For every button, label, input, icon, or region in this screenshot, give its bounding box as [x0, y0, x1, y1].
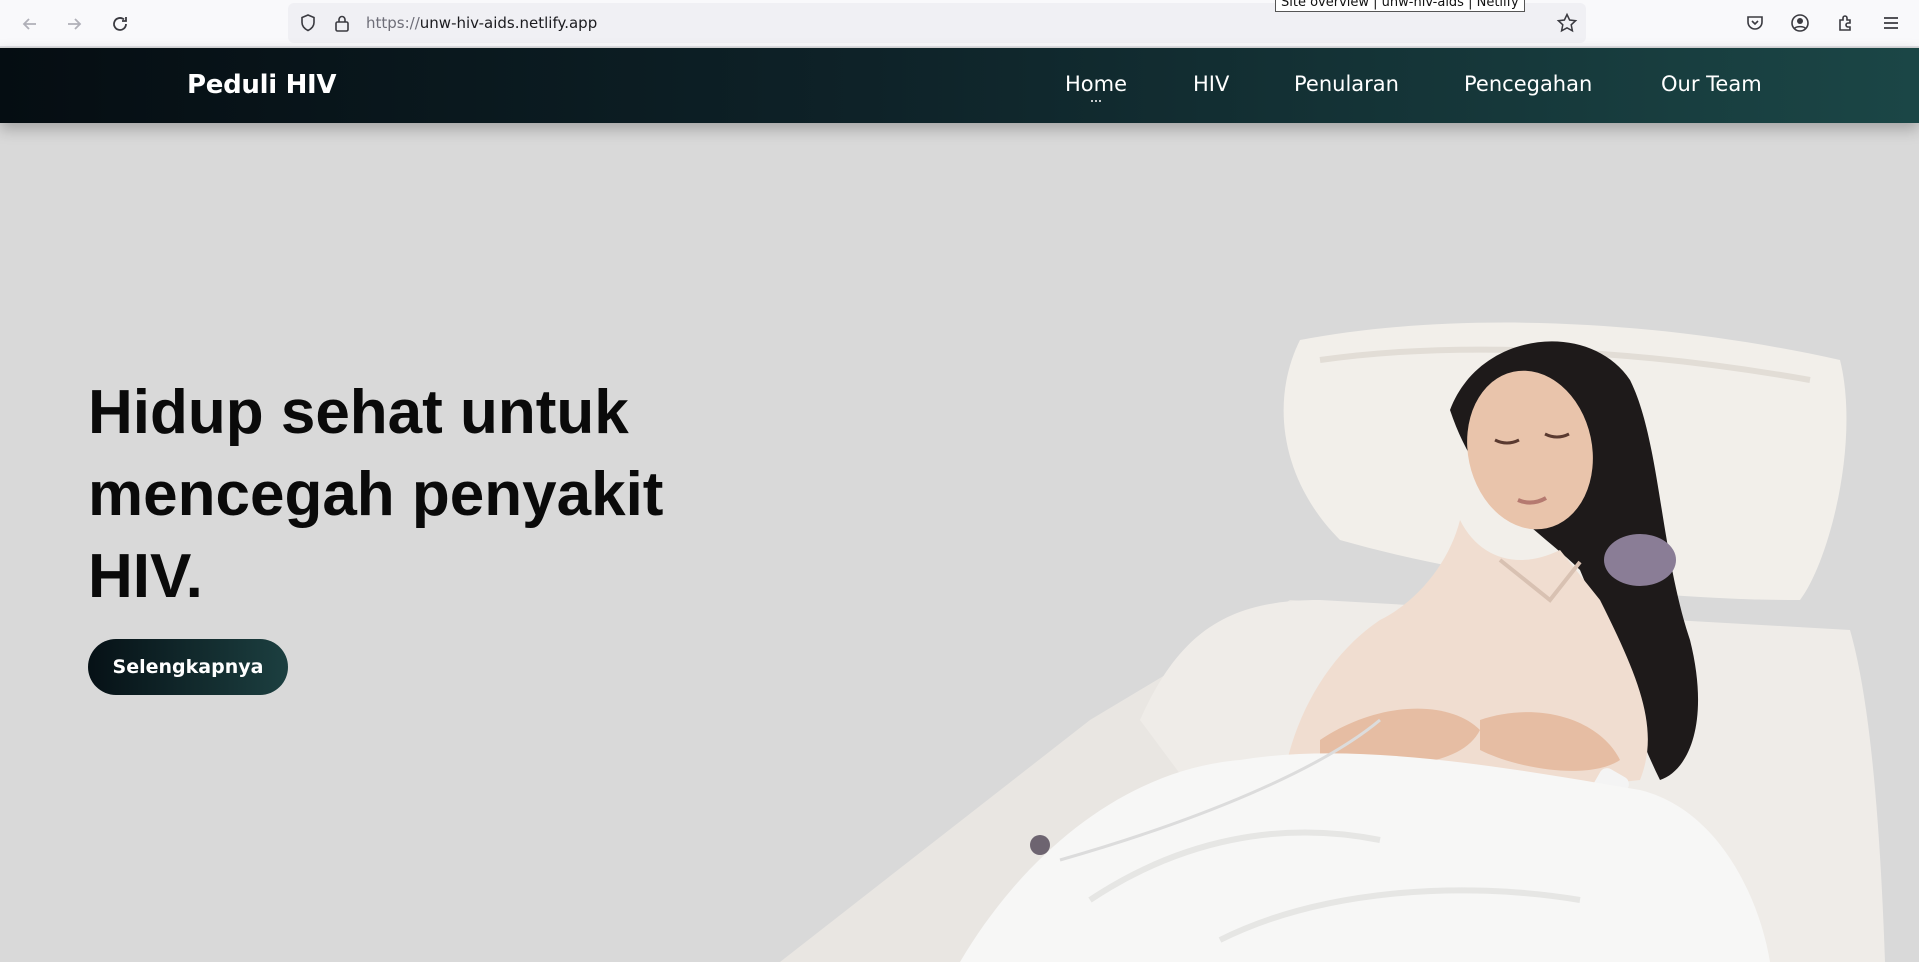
arrow-right-icon: [68, 18, 82, 30]
hamburger-icon: [1884, 17, 1898, 29]
account-button[interactable]: [1788, 11, 1812, 35]
browser-toolbar: https://unw-hiv-aids.netlify.app Site ov…: [0, 0, 1919, 47]
nav-pencegahan[interactable]: Pencegahan: [1464, 72, 1592, 96]
extensions-button[interactable]: [1834, 11, 1858, 35]
reload-button[interactable]: [106, 10, 134, 38]
hero-title: Hidup sehat untuk mencegah penyakit HIV.: [88, 372, 688, 618]
nav-our-team[interactable]: Our Team: [1661, 72, 1762, 96]
url-scheme: https://: [366, 14, 420, 32]
pocket-button[interactable]: [1743, 11, 1767, 35]
nav-hiv[interactable]: HIV: [1193, 72, 1229, 96]
hero-title-line: mencegah penyakit: [88, 460, 664, 529]
shield-icon[interactable]: [298, 13, 318, 33]
selengkapnya-button[interactable]: Selengkapnya: [88, 639, 288, 695]
bookmark-star-icon[interactable]: [1556, 12, 1578, 34]
nav-penularan[interactable]: Penularan: [1294, 72, 1399, 96]
brand-logo[interactable]: Peduli HIV: [187, 70, 337, 100]
scrunchie-shape: [1604, 534, 1676, 586]
nav-home[interactable]: Home: [1065, 72, 1127, 96]
pocket-icon: [1747, 16, 1763, 30]
reload-icon: [113, 17, 127, 31]
account-icon: [1791, 14, 1809, 32]
back-button[interactable]: [16, 10, 44, 38]
hero-title-line: HIV.: [88, 542, 203, 611]
url-host: unw-hiv-aids.netlify.app: [419, 14, 598, 32]
puzzle-icon: [1839, 15, 1851, 31]
hero-title-line: Hidup sehat untuk: [88, 378, 629, 447]
site-header: Peduli HIV Home HIV Penularan Pencegahan…: [0, 48, 1919, 123]
menu-button[interactable]: [1879, 11, 1903, 35]
lock-icon[interactable]: [332, 13, 352, 33]
hero-image: [780, 322, 1885, 962]
forward-button[interactable]: [60, 10, 88, 38]
tab-tooltip: Site overview | unw-hiv-aids | Netlify: [1275, 0, 1525, 12]
active-nav-indicator: [1091, 100, 1101, 104]
arrow-left-icon: [22, 18, 36, 30]
url-text[interactable]: https://unw-hiv-aids.netlify.app: [366, 14, 597, 32]
iv-clip: [1030, 835, 1050, 855]
